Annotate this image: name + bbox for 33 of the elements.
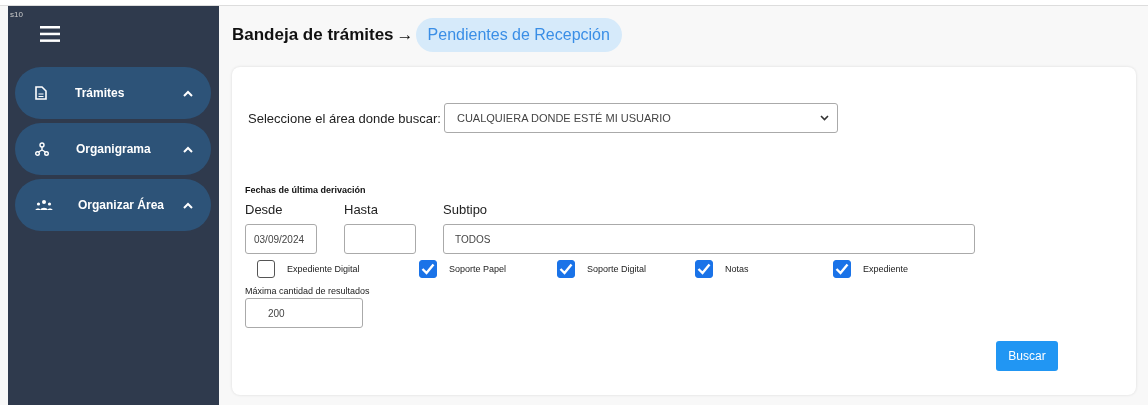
breadcrumb-current: Pendientes de Recepción: [415, 18, 622, 52]
sidebar-item[interactable]: Organizar Área: [15, 179, 211, 231]
breadcrumb-parent[interactable]: Bandeja de trámites: [232, 25, 394, 45]
menu-icon[interactable]: [40, 26, 60, 42]
checkbox[interactable]: [557, 260, 575, 278]
subtipo-field[interactable]: TODOS: [443, 224, 975, 254]
people-icon: [35, 199, 53, 211]
checkbox-label: Notas: [725, 264, 749, 274]
dates-title: Fechas de última derivación: [245, 185, 367, 195]
max-results-field[interactable]: 200: [245, 298, 363, 328]
checkbox-label: Soporte Digital: [587, 264, 647, 274]
sidebar-item[interactable]: Organigrama: [15, 123, 211, 175]
checkbox[interactable]: [833, 260, 851, 278]
hasta-label: Hasta: [344, 202, 378, 217]
checkbox-label: Expediente Digital: [287, 264, 360, 274]
corner-text: s10: [10, 10, 23, 19]
desde-label: Desde: [245, 202, 283, 217]
max-results-label: Máxima cantidad de resultados: [245, 286, 371, 296]
date-from-field[interactable]: 03/09/2024: [245, 224, 317, 254]
area-select[interactable]: CUALQUIERA DONDE ESTÉ MI USUARIO: [443, 103, 838, 133]
breadcrumb-separator: →: [396, 25, 414, 45]
hierarchy-icon: [35, 142, 49, 156]
checkbox[interactable]: [695, 260, 713, 278]
area-label: Seleccione el área donde buscar:: [248, 110, 441, 126]
checkbox[interactable]: [419, 260, 437, 278]
document-icon: [35, 86, 47, 100]
checkbox[interactable]: [257, 260, 275, 278]
checkbox-label: Expediente: [863, 264, 909, 274]
checkbox-label: Soporte Papel: [449, 264, 507, 274]
chevron-down-icon: [819, 115, 829, 121]
sidebar-item[interactable]: Trámites: [15, 67, 211, 119]
subtipo-label: Subtipo: [443, 202, 488, 217]
date-to-field[interactable]: [344, 224, 416, 254]
